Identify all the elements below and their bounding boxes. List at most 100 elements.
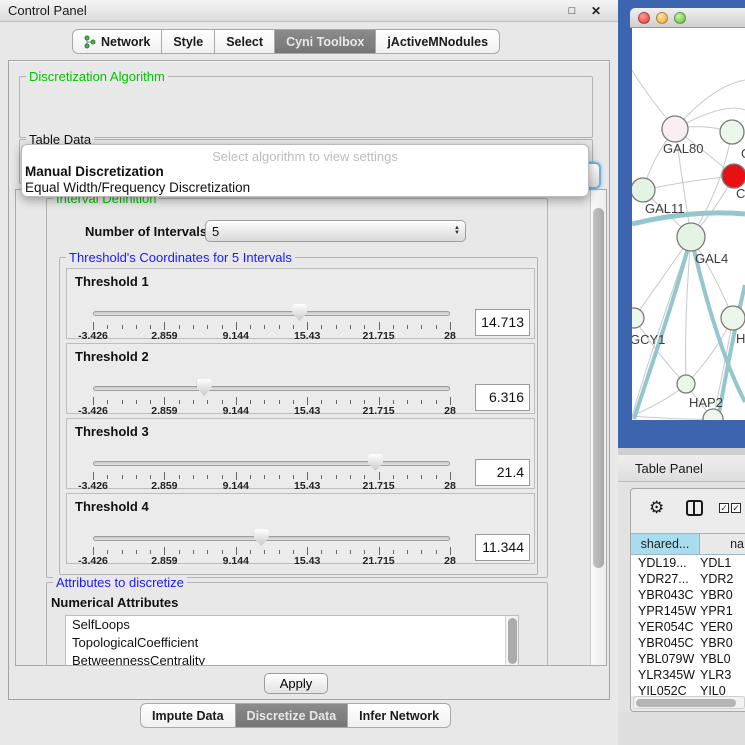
tick-mark bbox=[393, 400, 394, 404]
table-row[interactable]: YDL19... YDL1 bbox=[631, 555, 745, 571]
tab-infer-network[interactable]: Infer Network bbox=[348, 703, 451, 728]
node-h-partial[interactable] bbox=[721, 306, 745, 330]
tick-label: 15.43 bbox=[294, 330, 320, 342]
settings-vertical-scrollbar[interactable] bbox=[590, 190, 606, 665]
tick-mark bbox=[279, 400, 280, 404]
slider-thumb[interactable] bbox=[368, 454, 383, 471]
threshold-4-slider[interactable] bbox=[93, 528, 450, 546]
menu-item-manual-discretization[interactable]: Manual Discretization bbox=[22, 164, 588, 180]
tab-select[interactable]: Select bbox=[215, 29, 275, 54]
threshold-4-value-field[interactable]: 11.344 bbox=[475, 534, 530, 561]
tick-mark bbox=[336, 475, 337, 479]
split-columns-icon[interactable] bbox=[686, 500, 703, 516]
tab-network[interactable]: Network bbox=[72, 29, 162, 54]
checkbox-icon[interactable]: ✓ bbox=[719, 503, 729, 513]
tick-mark bbox=[164, 472, 165, 480]
table-row[interactable]: YIL052C YIL0 bbox=[631, 683, 745, 696]
threshold-3-slider[interactable] bbox=[93, 453, 450, 471]
menu-item-equal-width-frequency[interactable]: Equal Width/Frequency Discretization bbox=[22, 180, 588, 196]
threshold-3-value-field[interactable]: 21.4 bbox=[475, 459, 530, 486]
table-row[interactable]: YBR043C YBR0 bbox=[631, 587, 745, 603]
tick-label: 21.715 bbox=[363, 555, 395, 567]
attributes-list-scrollbar[interactable] bbox=[505, 616, 518, 666]
tick-mark bbox=[250, 400, 251, 404]
close-traffic-light-icon[interactable] bbox=[638, 12, 650, 24]
float-window-icon[interactable]: □ bbox=[564, 3, 580, 19]
table-row[interactable]: YDR27... YDR2 bbox=[631, 571, 745, 587]
slider-ticks bbox=[93, 322, 450, 330]
tick-mark bbox=[279, 325, 280, 329]
tick-mark bbox=[236, 322, 237, 330]
number-of-intervals-combo[interactable]: 5 ▲▼ bbox=[205, 220, 466, 242]
tick-mark bbox=[379, 547, 380, 555]
column-header-shared[interactable]: shared... bbox=[631, 534, 700, 554]
zoom-traffic-light-icon[interactable] bbox=[674, 12, 686, 24]
tick-mark bbox=[207, 400, 208, 404]
tick-mark bbox=[250, 550, 251, 554]
slider-thumb[interactable] bbox=[197, 379, 212, 396]
node-gcy1[interactable] bbox=[632, 308, 644, 328]
scrollbar-thumb[interactable] bbox=[593, 208, 604, 568]
cyni-toolbox-panel: Discretization Algorithm Select algorith… bbox=[8, 60, 610, 700]
tick-mark bbox=[207, 475, 208, 479]
slider-track bbox=[93, 461, 450, 466]
slider-thumb[interactable] bbox=[292, 304, 307, 321]
tick-mark bbox=[150, 400, 151, 404]
tick-mark bbox=[107, 400, 108, 404]
tick-mark bbox=[436, 325, 437, 329]
gear-icon[interactable]: ⚙ bbox=[649, 498, 664, 518]
apply-button[interactable]: Apply bbox=[264, 673, 328, 694]
control-panel-titlebar: Control Panel □ ✕ bbox=[0, 0, 618, 22]
threshold-2-value-field[interactable]: 6.316 bbox=[475, 384, 530, 411]
threshold-1-slider[interactable] bbox=[93, 303, 450, 321]
table-row[interactable]: YBR045C YBR0 bbox=[631, 635, 745, 651]
table-row[interactable]: YLR345W YLR3 bbox=[631, 667, 745, 683]
table-row[interactable]: YER054C YER0 bbox=[631, 619, 745, 635]
checkbox-icon[interactable]: ✓ bbox=[731, 503, 741, 513]
tick-mark bbox=[450, 397, 451, 405]
table-row[interactable]: YPR145W YPR1 bbox=[631, 603, 745, 619]
control-panel: Control Panel □ ✕ Network Style Select C… bbox=[0, 0, 618, 745]
close-icon[interactable]: ✕ bbox=[588, 3, 604, 19]
tick-mark bbox=[450, 322, 451, 330]
node-red-selected[interactable] bbox=[722, 164, 745, 188]
node-gal80[interactable] bbox=[662, 116, 688, 142]
tick-mark bbox=[264, 400, 265, 404]
tick-label: 9.144 bbox=[223, 555, 249, 567]
node-gal11[interactable] bbox=[632, 178, 655, 202]
tick-mark bbox=[250, 325, 251, 329]
top-tab-bar: Network Style Select Cyni Toolbox jActiv… bbox=[72, 29, 500, 54]
threshold-1-value-field[interactable]: 14.713 bbox=[475, 309, 530, 336]
list-item[interactable]: TopologicalCoefficient bbox=[66, 634, 518, 652]
tick-mark bbox=[93, 322, 94, 330]
tick-mark bbox=[307, 472, 308, 480]
column-header-name[interactable]: na bbox=[700, 534, 745, 554]
scrollbar-thumb[interactable] bbox=[508, 618, 517, 664]
list-item[interactable]: BetweennessCentrality bbox=[66, 652, 518, 666]
node-partial-top-right[interactable] bbox=[720, 120, 744, 144]
table-row[interactable]: YBL079W YBL0 bbox=[631, 651, 745, 667]
slider-thumb[interactable] bbox=[254, 529, 269, 546]
network-canvas[interactable]: GAL80 G C GAL11 GAL4 H GCY1 HAP2 bbox=[632, 28, 745, 420]
node-hap2[interactable] bbox=[677, 375, 695, 393]
tab-cyni-toolbox[interactable]: Cyni Toolbox bbox=[275, 29, 376, 54]
threshold-2-slider[interactable] bbox=[93, 378, 450, 396]
table-toolbar: ⚙ ✓ ✓ bbox=[631, 489, 745, 527]
svg-text:GAL11: GAL11 bbox=[645, 201, 685, 216]
tab-jactivemnodules[interactable]: jActiveMNodules bbox=[376, 29, 500, 54]
scrollbar-thumb[interactable] bbox=[636, 699, 736, 707]
numerical-attributes-list[interactable]: SelfLoops TopologicalCoefficient Between… bbox=[65, 615, 519, 666]
minimize-traffic-light-icon[interactable] bbox=[656, 12, 668, 24]
node-gal4[interactable] bbox=[677, 223, 705, 251]
network-graph: GAL80 G C GAL11 GAL4 H GCY1 HAP2 bbox=[632, 28, 745, 420]
list-item[interactable]: SelfLoops bbox=[66, 616, 518, 634]
tab-discretize-data[interactable]: Discretize Data bbox=[236, 703, 349, 728]
tick-mark bbox=[107, 475, 108, 479]
tab-impute-data[interactable]: Impute Data bbox=[140, 703, 236, 728]
tick-mark bbox=[350, 325, 351, 329]
table-horizontal-scrollbar[interactable] bbox=[633, 696, 745, 709]
attributes-group-title: Attributes to discretize bbox=[53, 575, 187, 590]
numerical-attributes-label: Numerical Attributes bbox=[51, 595, 178, 610]
tab-style[interactable]: Style bbox=[162, 29, 215, 54]
tick-mark bbox=[293, 325, 294, 329]
